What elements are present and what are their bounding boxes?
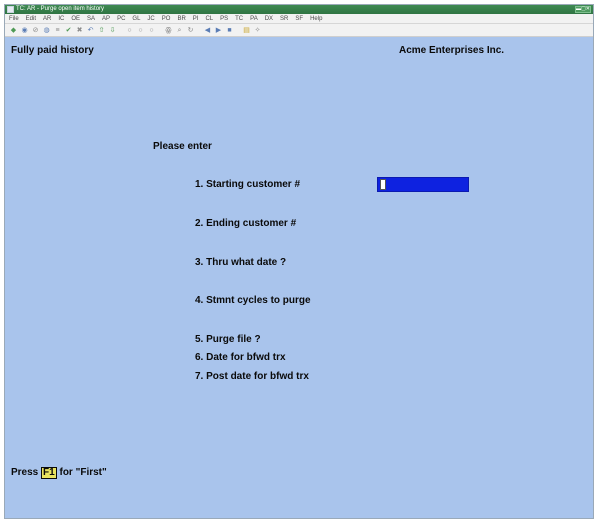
calendar-icon[interactable]: ▤ xyxy=(242,26,251,35)
menu-item-cl[interactable]: CL xyxy=(205,14,213,24)
down-icon[interactable]: ⇩ xyxy=(108,26,117,35)
circle-1-icon[interactable]: ○ xyxy=(125,26,134,35)
field-label-date-bfwd: 6. Date for bfwd trx xyxy=(195,352,286,363)
menu-item-help[interactable]: Help xyxy=(310,14,322,24)
list-icon[interactable]: ≡ xyxy=(53,26,62,35)
menu-item-pi[interactable]: PI xyxy=(193,14,199,24)
field-label-thru-date: 3. Thru what date ? xyxy=(195,257,287,268)
application-window: TC: AR - Purge open item history ▬▢✕ Fil… xyxy=(4,4,594,519)
menu-item-sf[interactable]: SF xyxy=(295,14,303,24)
stop-icon[interactable]: ■ xyxy=(225,26,234,35)
menu-item-gl[interactable]: GL xyxy=(132,14,140,24)
previous-icon[interactable]: ◀ xyxy=(203,26,212,35)
field-label-stmnt-cycles: 4. Stmnt cycles to purge xyxy=(195,295,311,306)
clear-icon[interactable]: ⊘ xyxy=(31,26,40,35)
menu-item-ps[interactable]: PS xyxy=(220,14,228,24)
menu-item-pa[interactable]: PA xyxy=(250,14,258,24)
menu-item-ar[interactable]: AR xyxy=(43,14,51,24)
menu-item-file[interactable]: File xyxy=(9,14,19,24)
menu-item-sa[interactable]: SA xyxy=(87,14,95,24)
screen-content: Fully paid history Acme Enterprises Inc.… xyxy=(5,37,593,518)
accept-icon[interactable]: ✔ xyxy=(64,26,73,35)
menu-item-po[interactable]: PO xyxy=(162,14,171,24)
menu-item-br[interactable]: BR xyxy=(177,14,185,24)
screen-title: Fully paid history xyxy=(11,45,94,56)
window-title: TC: AR - Purge open item history xyxy=(16,6,105,12)
menu-item-tc[interactable]: TC xyxy=(235,14,243,24)
field-label-ending-customer: 2. Ending customer # xyxy=(195,218,297,229)
menu-item-ic[interactable]: IC xyxy=(58,14,64,24)
f1-key[interactable]: F1 xyxy=(41,467,57,479)
undo-icon[interactable]: ↶ xyxy=(86,26,95,35)
find-icon[interactable]: ◉ xyxy=(20,26,29,35)
up-icon[interactable]: ⇧ xyxy=(97,26,106,35)
zoom-icon[interactable]: ⌕ xyxy=(175,26,184,35)
field-label-starting-customer: 1. Starting customer # xyxy=(195,179,301,190)
toolbar: ◆ ◉ ⊘ ◍ ≡ ✔ ✖ ↶ ⇧ ⇩ ○ ○ ○ ꙮ ⌕ ↻ ◀ ▶ ■ ▤ ✧ xyxy=(5,24,593,37)
menu-item-jc[interactable]: JC xyxy=(147,14,154,24)
settings-icon[interactable]: ◍ xyxy=(42,26,51,35)
company-name: Acme Enterprises Inc. xyxy=(399,45,505,56)
menu-bar: File Edit AR IC OE SA AP PC GL JC PO BR PI CL PS TC PA DX… xyxy=(5,14,593,24)
menu-item-edit[interactable]: Edit xyxy=(26,14,36,24)
footer-hint: Press F1 for "First" xyxy=(11,467,107,479)
window-controls-icon[interactable]: ▬▢✕ xyxy=(575,6,591,13)
menu-item-pc[interactable]: PC xyxy=(117,14,125,24)
menu-item-oe[interactable]: OE xyxy=(71,14,80,24)
footer-prefix: Press xyxy=(11,467,39,478)
prompt-heading: Please enter xyxy=(153,141,212,152)
field-label-post-date-bfwd: 7. Post date for bfwd trx xyxy=(195,371,309,382)
circle-2-icon[interactable]: ○ xyxy=(136,26,145,35)
field-label-purge-file: 5. Purge file ? xyxy=(195,334,261,345)
help-icon[interactable]: ✧ xyxy=(253,26,262,35)
starting-customer-input[interactable] xyxy=(377,177,469,192)
text-cursor xyxy=(380,179,386,190)
circle-3-icon[interactable]: ○ xyxy=(147,26,156,35)
next-icon[interactable]: ▶ xyxy=(214,26,223,35)
menu-item-dx[interactable]: DX xyxy=(265,14,273,24)
cancel-icon[interactable]: ✖ xyxy=(75,26,84,35)
binoculars-icon[interactable]: ꙮ xyxy=(164,26,173,35)
first-record-icon[interactable]: ◆ xyxy=(9,26,18,35)
menu-item-sr[interactable]: SR xyxy=(280,14,288,24)
refresh-icon[interactable]: ↻ xyxy=(186,26,195,35)
menu-item-ap[interactable]: AP xyxy=(102,14,110,24)
footer-suffix: for "First" xyxy=(59,467,107,478)
app-icon xyxy=(7,6,14,13)
title-bar: TC: AR - Purge open item history ▬▢✕ xyxy=(5,5,593,14)
